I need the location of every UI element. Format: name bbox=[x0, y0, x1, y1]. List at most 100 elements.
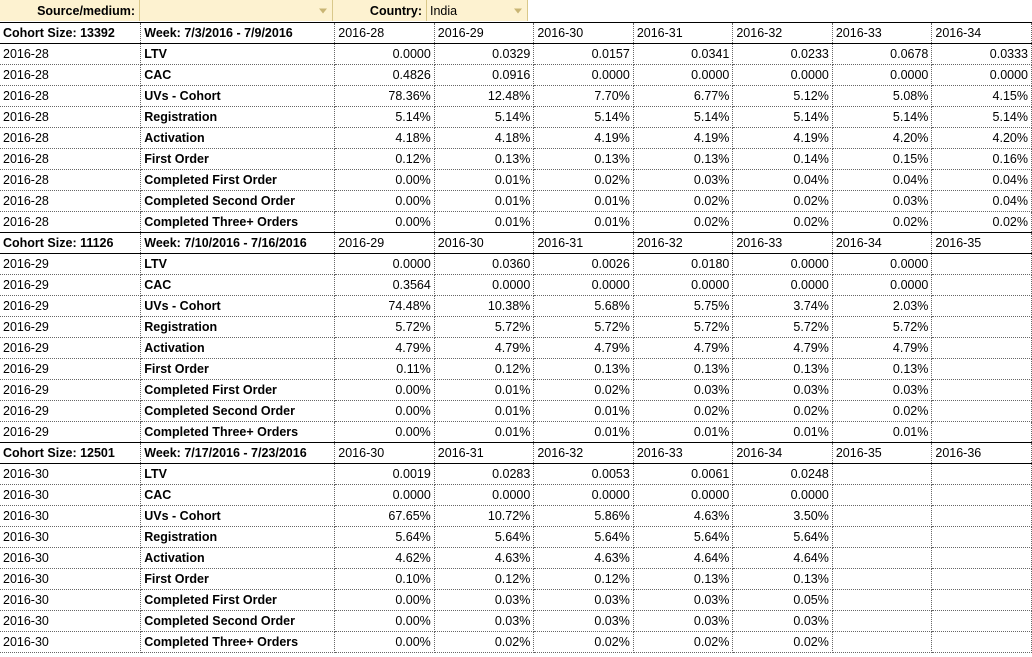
metric-value-cell: 5.72% bbox=[832, 316, 933, 338]
metric-name-cell: UVs - Cohort bbox=[140, 85, 336, 107]
cohort-id-cell: 2016-29 bbox=[0, 358, 142, 380]
metric-value-cell: 78.36% bbox=[334, 85, 435, 107]
metric-value-cell: 4.19% bbox=[732, 127, 833, 149]
metric-value-cell bbox=[931, 526, 1032, 548]
metric-value-cell: 67.65% bbox=[334, 505, 435, 527]
metric-value-cell: 0.02% bbox=[633, 211, 734, 233]
metric-value-cell: 0.01% bbox=[633, 421, 734, 443]
source-medium-label-cell: Source/medium: bbox=[0, 0, 140, 21]
metric-value-cell: 0.0000 bbox=[434, 484, 535, 506]
metric-value-cell: 4.63% bbox=[434, 547, 535, 569]
metric-value-cell: 4.64% bbox=[732, 547, 833, 569]
metric-value-cell bbox=[832, 463, 933, 485]
source-medium-filter[interactable] bbox=[140, 0, 333, 21]
cohort-id-cell: 2016-30 bbox=[0, 526, 142, 548]
metric-value-cell bbox=[832, 631, 933, 653]
metric-value-cell: 4.19% bbox=[533, 127, 634, 149]
metric-value-cell: 0.0248 bbox=[732, 463, 833, 485]
metric-value-cell: 0.13% bbox=[434, 148, 535, 170]
metric-value-cell: 0.0026 bbox=[533, 253, 634, 275]
table-row: 2016-28 Completed First Order 0.00% 0.01% 0.… bbox=[0, 169, 1032, 191]
table-row: 2016-30 UVs - Cohort 67.65% 10.72% 5.86% 4.63… bbox=[0, 505, 1032, 527]
metric-value-cell: 4.15% bbox=[931, 85, 1032, 107]
metric-value-cell bbox=[931, 631, 1032, 653]
table-row: 2016-29 Registration 5.72% 5.72% 5.72% 5.72% 5… bbox=[0, 316, 1032, 338]
cohort-id-cell: 2016-29 bbox=[0, 295, 142, 317]
metric-value-cell bbox=[931, 337, 1032, 359]
metric-value-cell: 0.0000 bbox=[633, 484, 734, 506]
metric-name-cell: Registration bbox=[140, 316, 336, 338]
metric-value-cell: 0.00% bbox=[334, 379, 435, 401]
table-row: 2016-28 First Order 0.12% 0.13% 0.13% 0.13% 0.… bbox=[0, 148, 1032, 170]
cohort-id-cell: 2016-30 bbox=[0, 484, 142, 506]
metric-value-cell: 0.00% bbox=[334, 211, 435, 233]
metric-value-cell: 0.03% bbox=[434, 610, 535, 632]
metric-value-cell bbox=[931, 253, 1032, 275]
table-row: 2016-30 Completed Second Order 0.00% 0.03% 0… bbox=[0, 610, 1032, 632]
metric-value-cell: 4.20% bbox=[931, 127, 1032, 149]
metric-value-cell: 0.02% bbox=[832, 400, 933, 422]
metric-value-cell: 0.13% bbox=[732, 358, 833, 380]
cohort-id-cell: 2016-28 bbox=[0, 127, 142, 149]
cohort-id-cell: 2016-30 bbox=[0, 547, 142, 569]
metric-value-cell: 0.0157 bbox=[533, 43, 634, 65]
metric-value-cell: 0.11% bbox=[334, 358, 435, 380]
metric-value-cell: 5.14% bbox=[633, 106, 734, 128]
metric-value-cell: 74.48% bbox=[334, 295, 435, 317]
metric-value-cell: 4.20% bbox=[832, 127, 933, 149]
metric-value-cell: 0.15% bbox=[832, 148, 933, 170]
country-label: Country: bbox=[369, 3, 422, 18]
metric-value-cell bbox=[832, 505, 933, 527]
metric-value-cell: 0.0000 bbox=[732, 253, 833, 275]
metric-value-cell: 5.14% bbox=[334, 106, 435, 128]
cohort-id-cell: 2016-29 bbox=[0, 337, 142, 359]
metric-value-cell: 0.0000 bbox=[533, 64, 634, 86]
table-row: 2016-30 First Order 0.10% 0.12% 0.12% 0.13% 0.… bbox=[0, 568, 1032, 590]
metric-value-cell: 5.14% bbox=[732, 106, 833, 128]
metric-value-cell: 5.14% bbox=[832, 106, 933, 128]
metric-value-cell: 0.12% bbox=[533, 568, 634, 590]
metric-value-cell: 5.64% bbox=[732, 526, 833, 548]
week-column-header: 2016-32 bbox=[533, 442, 634, 464]
cohort-header-row: Cohort Size: 13392 Week: 7/3/2016 - 7/9/2… bbox=[0, 22, 1032, 44]
metric-value-cell: 10.38% bbox=[434, 295, 535, 317]
metric-value-cell: 5.75% bbox=[633, 295, 734, 317]
metric-value-cell: 4.79% bbox=[533, 337, 634, 359]
metric-value-cell: 0.13% bbox=[633, 148, 734, 170]
metric-value-cell: 0.01% bbox=[434, 400, 535, 422]
metric-value-cell: 0.0000 bbox=[832, 274, 933, 296]
table-row: 2016-28 CAC 0.4826 0.0916 0.0000 0.0000 0.0000… bbox=[0, 64, 1032, 86]
metric-value-cell: 0.00% bbox=[334, 589, 435, 611]
metric-value-cell: 0.02% bbox=[732, 190, 833, 212]
metric-value-cell: 0.0019 bbox=[334, 463, 435, 485]
metric-value-cell: 5.08% bbox=[832, 85, 933, 107]
metric-value-cell bbox=[931, 589, 1032, 611]
cohort-id-cell: 2016-30 bbox=[0, 463, 142, 485]
table-row: 2016-28 Registration 5.14% 5.14% 5.14% 5.14% 5… bbox=[0, 106, 1032, 128]
cohort-id-cell: 2016-28 bbox=[0, 85, 142, 107]
cohort-id-cell: 2016-28 bbox=[0, 64, 142, 86]
country-filter[interactable]: India bbox=[427, 0, 528, 21]
metric-value-cell: 5.14% bbox=[533, 106, 634, 128]
metric-name-cell: First Order bbox=[140, 148, 336, 170]
metric-name-cell: Activation bbox=[140, 127, 336, 149]
metric-value-cell: 5.72% bbox=[334, 316, 435, 338]
metric-value-cell: 4.64% bbox=[633, 547, 734, 569]
week-column-header: 2016-34 bbox=[732, 442, 833, 464]
metric-value-cell: 0.02% bbox=[732, 631, 833, 653]
metric-value-cell: 0.13% bbox=[633, 568, 734, 590]
metric-name-cell: Completed Three+ Orders bbox=[140, 211, 336, 233]
metric-name-cell: UVs - Cohort bbox=[140, 295, 336, 317]
chevron-down-icon[interactable] bbox=[514, 8, 522, 13]
metric-value-cell: 0.02% bbox=[832, 211, 933, 233]
metric-value-cell: 0.01% bbox=[533, 400, 634, 422]
chevron-down-icon[interactable] bbox=[319, 8, 327, 13]
week-column-header: 2016-33 bbox=[732, 232, 833, 254]
metric-value-cell: 0.03% bbox=[832, 190, 933, 212]
metric-value-cell: 0.01% bbox=[533, 190, 634, 212]
metric-value-cell: 5.72% bbox=[633, 316, 734, 338]
metric-name-cell: First Order bbox=[140, 568, 336, 590]
country-label-cell: Country: bbox=[333, 0, 427, 21]
metric-value-cell: 0.02% bbox=[931, 211, 1032, 233]
metric-value-cell: 0.02% bbox=[633, 400, 734, 422]
